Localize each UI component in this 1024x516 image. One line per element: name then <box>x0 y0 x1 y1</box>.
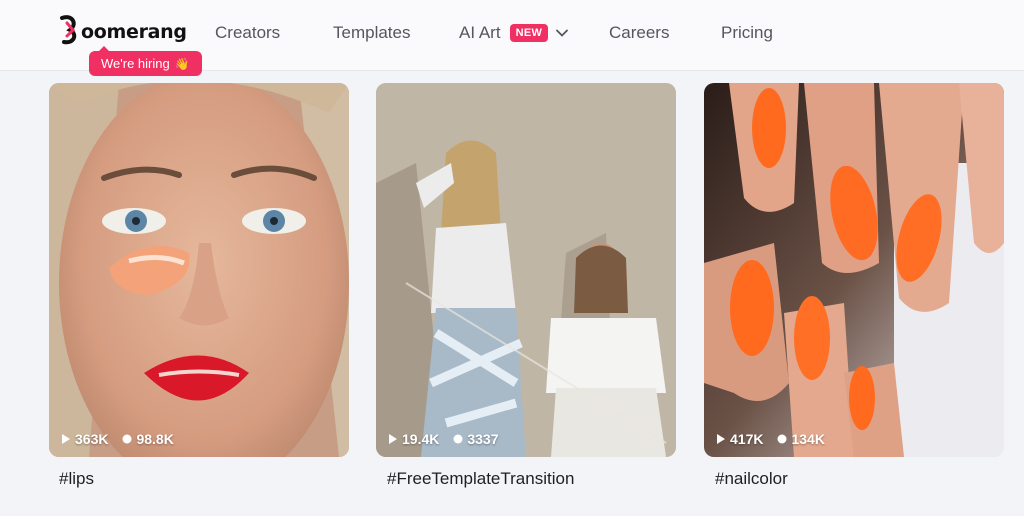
nav-ai-art[interactable]: AI Art NEW <box>459 23 569 43</box>
likes-count: 134K <box>791 431 825 447</box>
likes-count: 3337 <box>467 431 499 447</box>
nav-careers[interactable]: Careers <box>609 23 669 43</box>
nav-templates[interactable]: Templates <box>333 23 410 43</box>
video-card-lips[interactable]: 363K 98.8K <box>49 83 349 457</box>
card-tag-free-template-transition[interactable]: #FreeTemplateTransition <box>387 469 574 489</box>
waving-hand-icon: 👋 <box>174 56 190 71</box>
plays-stat: 417K <box>716 431 763 447</box>
play-icon <box>717 434 725 444</box>
video-card-nailcolor[interactable]: 417K 134K <box>704 83 1004 457</box>
nav-creators[interactable]: Creators <box>215 23 280 43</box>
lips-thumbnail <box>49 83 349 457</box>
card-stats: 363K 98.8K <box>61 431 174 447</box>
nav-ai-art-label: AI Art <box>459 23 501 42</box>
new-badge: NEW <box>509 24 549 42</box>
dot-icon <box>122 434 132 444</box>
likes-count: 98.8K <box>136 431 174 447</box>
hiring-label: We're hiring <box>101 56 170 71</box>
play-icon <box>62 434 70 444</box>
play-icon <box>389 434 397 444</box>
card-stats: 417K 134K <box>716 431 825 447</box>
card-tag-lips[interactable]: #lips <box>59 469 94 489</box>
transition-thumbnail <box>376 83 676 457</box>
boomerang-logo-mark <box>58 14 80 45</box>
dot-icon <box>777 434 787 444</box>
likes-stat: 98.8K <box>122 431 174 447</box>
nav-pricing[interactable]: Pricing <box>721 23 773 43</box>
plays-count: 363K <box>75 431 109 447</box>
card-stats: 19.4K 3337 <box>388 431 499 447</box>
chevron-down-icon[interactable] <box>556 29 569 37</box>
nailcolor-thumbnail <box>704 83 1004 457</box>
logo-wordmark: oomerang <box>81 21 187 43</box>
plays-stat: 19.4K <box>388 431 439 447</box>
plays-count: 19.4K <box>402 431 440 447</box>
hiring-badge[interactable]: We're hiring 👋 <box>89 46 202 76</box>
boomerang-logo[interactable]: oomerang <box>58 10 187 48</box>
card-tag-nailcolor[interactable]: #nailcolor <box>715 469 788 489</box>
plays-count: 417K <box>730 431 764 447</box>
dot-icon <box>453 434 463 444</box>
likes-stat: 134K <box>777 431 825 447</box>
likes-stat: 3337 <box>453 431 499 447</box>
video-card-free-template-transition[interactable]: 19.4K 3337 <box>376 83 676 457</box>
plays-stat: 363K <box>61 431 108 447</box>
